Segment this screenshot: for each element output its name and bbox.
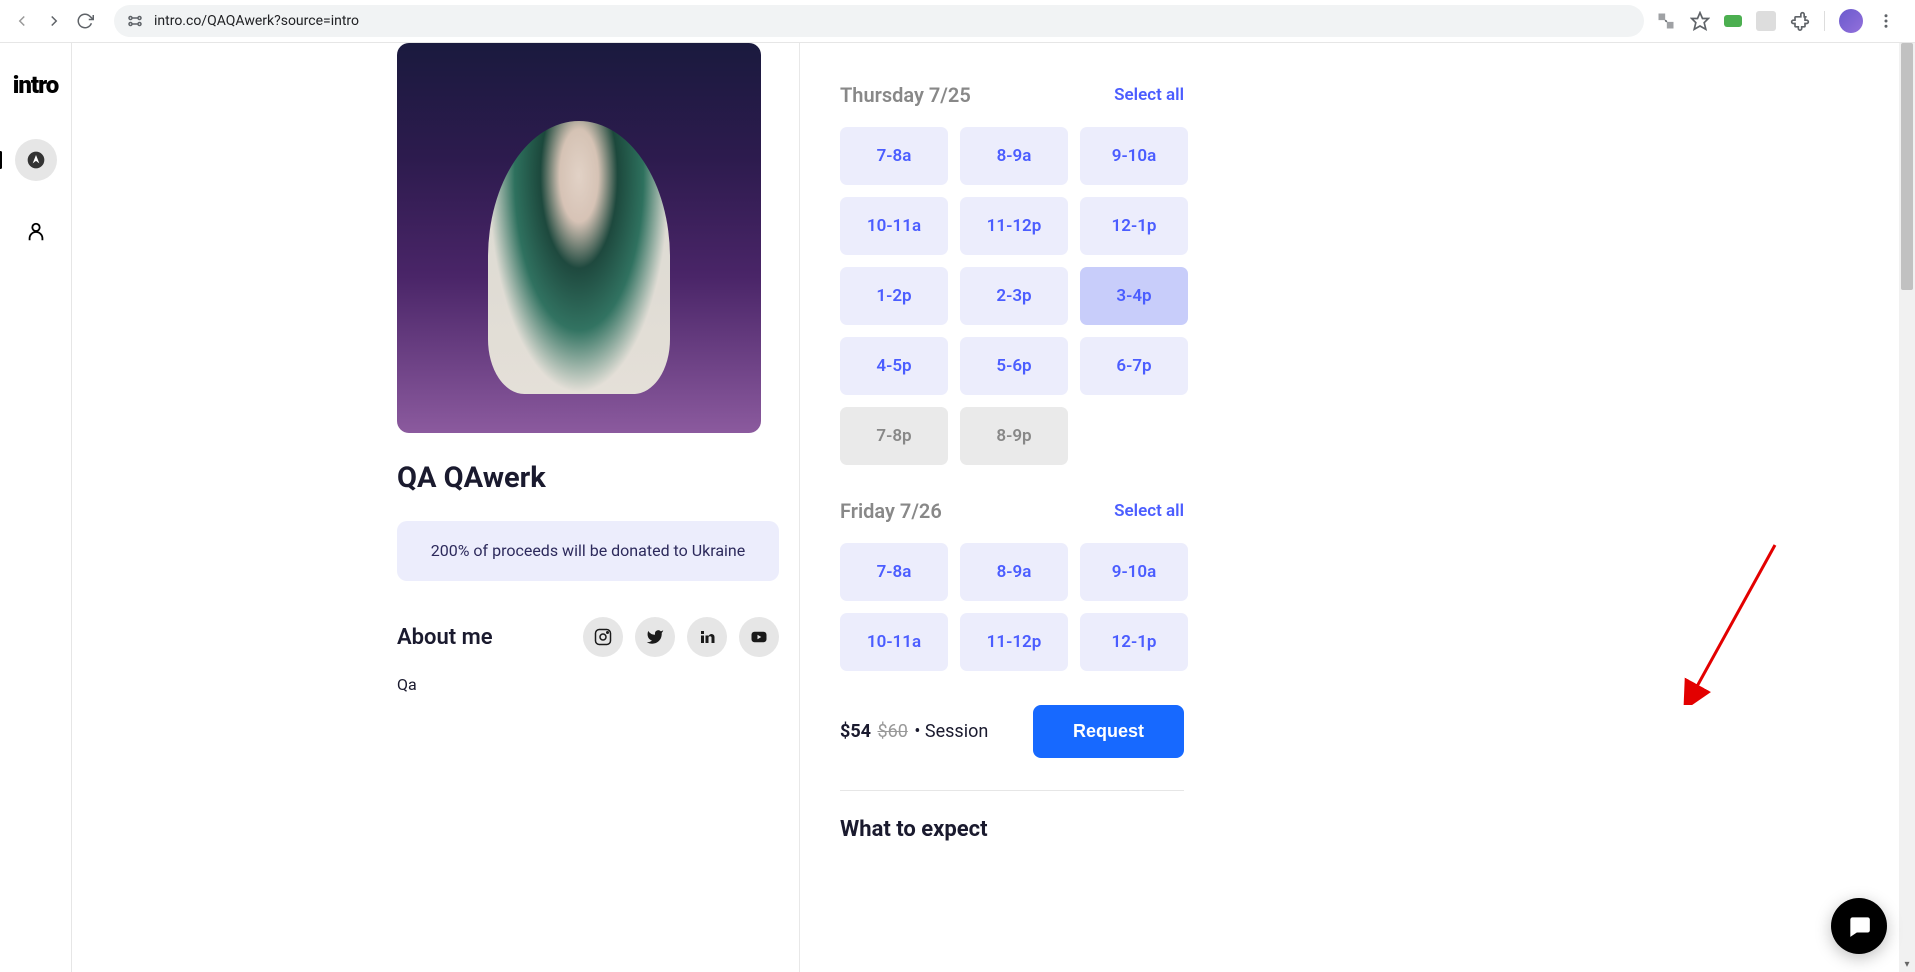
price-suffix: Session xyxy=(925,721,988,742)
sidebar: intro xyxy=(0,43,72,972)
about-text: Qa xyxy=(397,675,779,694)
linkedin-icon[interactable] xyxy=(687,617,727,657)
back-button[interactable] xyxy=(12,11,32,31)
time-slot[interactable]: 9-10a xyxy=(1080,543,1188,601)
day-label: Thursday 7/25 xyxy=(840,83,971,107)
time-slot: 8-9p xyxy=(960,407,1068,465)
url-text: intro.co/QAQAwerk?source=intro xyxy=(154,13,359,29)
request-button[interactable]: Request xyxy=(1033,705,1184,758)
price-amount: $54 xyxy=(840,721,871,742)
scroll-down-icon[interactable]: ▾ xyxy=(1899,956,1915,972)
price-original: $60 xyxy=(877,721,907,742)
sidebar-profile-icon[interactable] xyxy=(25,221,47,247)
time-slot[interactable]: 6-7p xyxy=(1080,337,1188,395)
price-separator: • xyxy=(914,721,920,742)
slots-grid: 7-8a8-9a9-10a10-11a11-12p12-1p xyxy=(840,543,1184,671)
time-slot[interactable]: 10-11a xyxy=(840,613,948,671)
browser-menu-icon[interactable] xyxy=(1877,12,1895,30)
chat-widget[interactable] xyxy=(1831,898,1887,954)
scrollbar-thumb[interactable] xyxy=(1901,43,1913,290)
scrollbar[interactable]: ▴ ▾ xyxy=(1899,43,1915,972)
time-slot[interactable]: 3-4p xyxy=(1080,267,1188,325)
youtube-icon[interactable] xyxy=(739,617,779,657)
time-slot[interactable]: 7-8a xyxy=(840,543,948,601)
time-slot[interactable]: 9-10a xyxy=(1080,127,1188,185)
slots-grid: 7-8a8-9a9-10a10-11a11-12p12-1p1-2p2-3p3-… xyxy=(840,127,1184,465)
time-slot[interactable]: 2-3p xyxy=(960,267,1068,325)
logo[interactable]: intro xyxy=(13,71,59,99)
forward-button[interactable] xyxy=(44,11,64,31)
time-slot[interactable]: 8-9a xyxy=(960,127,1068,185)
divider xyxy=(840,790,1184,791)
day-label: Friday 7/26 xyxy=(840,499,942,523)
extensions-icon[interactable] xyxy=(1790,11,1810,31)
booking-column: Thursday 7/25Select all7-8a8-9a9-10a10-1… xyxy=(800,43,1899,972)
camera-icon[interactable] xyxy=(1724,15,1742,27)
bookmark-star-icon[interactable] xyxy=(1690,11,1710,31)
time-slot[interactable]: 7-8a xyxy=(840,127,948,185)
address-bar[interactable]: intro.co/QAQAwerk?source=intro xyxy=(114,5,1644,37)
time-slot: 7-8p xyxy=(840,407,948,465)
donation-banner: 200% of proceeds will be donated to Ukra… xyxy=(397,521,779,581)
twitter-icon[interactable] xyxy=(635,617,675,657)
time-slot[interactable]: 5-6p xyxy=(960,337,1068,395)
browser-divider xyxy=(1824,11,1825,31)
translate-icon[interactable] xyxy=(1656,11,1676,31)
time-slot[interactable]: 11-12p xyxy=(960,613,1068,671)
expect-heading: What to expect xyxy=(840,817,1859,842)
profile-avatar[interactable] xyxy=(1839,9,1863,33)
refresh-button[interactable] xyxy=(76,12,94,30)
browser-actions xyxy=(1656,9,1895,33)
time-slot[interactable]: 4-5p xyxy=(840,337,948,395)
profile-image xyxy=(397,43,761,433)
sidebar-nav-button[interactable] xyxy=(15,139,57,181)
price-text: $54 $60 • Session xyxy=(840,721,988,742)
select-all-link[interactable]: Select all xyxy=(1114,501,1184,521)
time-slot[interactable]: 1-2p xyxy=(840,267,948,325)
time-slot[interactable]: 10-11a xyxy=(840,197,948,255)
browser-chrome: intro.co/QAQAwerk?source=intro xyxy=(0,0,1915,43)
instagram-icon[interactable] xyxy=(583,617,623,657)
social-links xyxy=(583,617,779,657)
about-heading: About me xyxy=(397,625,493,650)
time-slot[interactable]: 8-9a xyxy=(960,543,1068,601)
site-settings-icon xyxy=(126,12,144,30)
profile-column: QA QAwerk 200% of proceeds will be donat… xyxy=(72,43,800,972)
time-slot[interactable]: 11-12p xyxy=(960,197,1068,255)
price-bar: $54 $60 • Session Request xyxy=(840,705,1184,758)
select-all-link[interactable]: Select all xyxy=(1114,85,1184,105)
profile-name: QA QAwerk xyxy=(397,461,779,495)
extension-icon-1[interactable] xyxy=(1756,11,1776,31)
time-slot[interactable]: 12-1p xyxy=(1080,197,1188,255)
time-slot[interactable]: 12-1p xyxy=(1080,613,1188,671)
